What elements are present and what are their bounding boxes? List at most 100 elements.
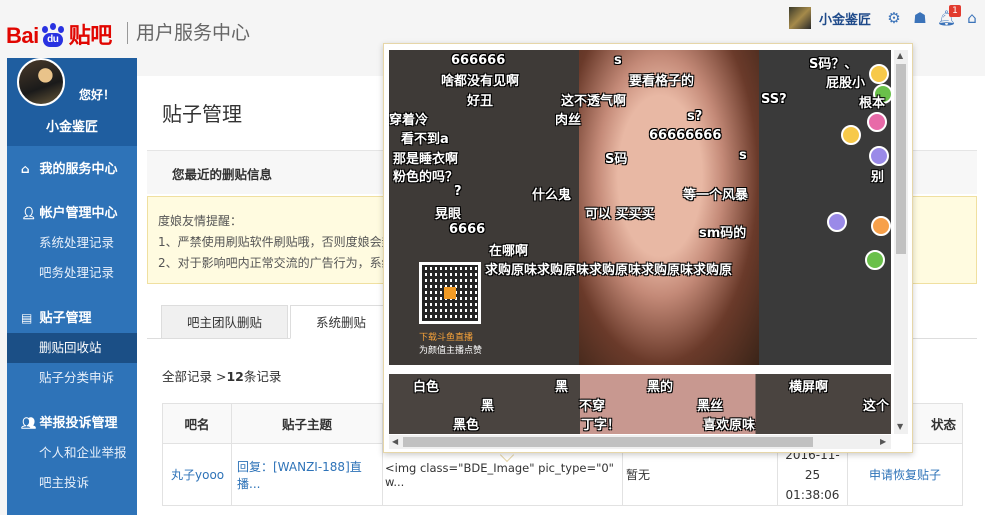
danmaku-text: 黑 [481, 399, 495, 414]
shop-icon[interactable]: ⌂ [963, 9, 981, 27]
danmaku-text: 好丑 [467, 94, 494, 109]
danmaku-text: 啥都没有见啊 [441, 74, 520, 89]
danmaku-text: S码 [605, 152, 628, 167]
tab-bar: 吧主团队删贴 系统删贴 [161, 305, 394, 339]
recent-title: 您最近的删贴信息 [172, 167, 273, 182]
baidu-tieba-logo[interactable]: Bai du 贴吧 [6, 18, 112, 50]
danmaku-text: 要看格子的 [629, 74, 695, 89]
danmaku-text: 别 [871, 170, 885, 185]
scroll-right-icon[interactable]: ▶ [880, 437, 886, 446]
danmaku-text: 可以 买买买 [585, 207, 655, 222]
site-title: 用户服务中心 [127, 22, 250, 44]
qr-caption: 下载斗鱼直播 [419, 333, 474, 343]
sidebar-item-post-appeal[interactable]: 贴子分类申诉 [7, 363, 137, 393]
danmaku-text: 喜欢原味 [703, 418, 756, 433]
sidebar-group-service-center[interactable]: ⌂ 我的服务中心 [7, 154, 137, 184]
emoji-icon [865, 250, 885, 270]
livestream-screenshot-2: 白色 黑 黑的 横屏啊 黑 黑丝 这个 黑色 不穿 丁字！ 喜欢原味 [389, 374, 891, 434]
logo-text: Bai [6, 23, 39, 48]
danmaku-text: 肉丝 [555, 113, 582, 128]
danmaku-text: 在哪啊 [489, 244, 529, 259]
top-username[interactable]: 小金鉴匠 [819, 9, 871, 28]
sidebar-item-system-records[interactable]: 系统处理记录 [7, 228, 137, 258]
profile-panel: 您好！ 小金鉴匠 [7, 58, 137, 146]
sidebar-item-bar-records[interactable]: 吧务处理记录 [7, 258, 137, 288]
danmaku-text: 这个 [863, 399, 890, 414]
avatar[interactable] [788, 7, 811, 29]
danmaku-text: 什么鬼 [532, 188, 572, 203]
gift-icon[interactable]: ☗ [911, 9, 929, 27]
danmaku-text: 晃眼 [435, 207, 462, 222]
danmaku-text: SS? [761, 92, 787, 107]
bar-name-link[interactable]: 丸子yooo [162, 443, 232, 506]
danmaku-text: S码？、 [809, 57, 858, 72]
danmaku-text: 6666 [449, 222, 486, 237]
emoji-icon [869, 64, 889, 84]
sidebar-username[interactable]: 小金鉴匠 [7, 116, 137, 135]
paw-icon: du [40, 23, 66, 47]
sidebar-group-account[interactable]: 👤︎ 帐户管理中心 [7, 198, 137, 228]
sidebar-item-recycle-bin[interactable]: 删贴回收站 [7, 333, 137, 363]
emoji-icon [841, 125, 861, 145]
danmaku-text: 66666666 [649, 128, 722, 143]
column-header: 贴子主题 [231, 403, 383, 444]
home-icon: ⌂ [21, 162, 30, 176]
scroll-down-icon[interactable]: ▼ [897, 422, 903, 431]
sidebar-group-posts[interactable]: ▤ 贴子管理 [7, 303, 137, 333]
qr-caption: 为颜值主播点赞 [419, 346, 483, 356]
danmaku-text: 666666 [451, 53, 506, 68]
page-title: 贴子管理 [162, 102, 242, 126]
scrollbar-thumb[interactable] [403, 437, 813, 447]
avatar[interactable] [17, 58, 65, 106]
danmaku-text: 粉色的吗？ [393, 170, 459, 185]
qr-code [419, 262, 481, 324]
danmaku-text: 黑 [555, 380, 569, 395]
document-icon: ▤ [21, 311, 33, 325]
logo-tieba-text: 贴吧 [68, 23, 113, 48]
records-summary: 全部记录 >12条记录 [162, 369, 282, 384]
sidebar-group-report[interactable]: 👥︎ 举报投诉管理 [7, 408, 137, 438]
danmaku-text: 不穿 [579, 399, 606, 414]
danmaku-text: sm码的 [699, 226, 747, 241]
tab-admin-deleted[interactable]: 吧主团队删贴 [161, 305, 289, 339]
danmaku-text: 那是睡衣啊 [393, 152, 459, 167]
topic-link[interactable]: 回复：[WANZI-188]直播... [231, 443, 383, 506]
livestream-screenshot: 下载斗鱼直播 为颜值主播点赞 666666 啥都没有见啊 好丑 这不透气啊 要看… [389, 50, 891, 365]
sidebar: 您好！ 小金鉴匠 ⌂ 我的服务中心 👤︎ 帐户管理中心 系统处理记录 吧务处理记… [7, 58, 137, 515]
column-header: 吧名 [162, 403, 232, 444]
danmaku-text: s? [687, 109, 703, 124]
vertical-scrollbar[interactable]: ▲ ▼ [894, 50, 908, 434]
users-icon: 👥︎ [21, 416, 37, 430]
danmaku-text: 丁字！ [581, 418, 621, 433]
emoji-icon [869, 146, 889, 166]
scroll-left-icon[interactable]: ◀ [392, 437, 398, 446]
danmaku-text: 白色 [413, 380, 440, 395]
danmaku-text: 黑色 [453, 418, 480, 433]
top-user-bar: 小金鉴匠 ⚙ ☗ 🔔︎ 1 ⌂ [788, 4, 985, 32]
danmaku-text: s [614, 53, 622, 68]
greeting: 您好！ [79, 88, 116, 102]
sidebar-item-admin-complaint[interactable]: 吧主投诉 [7, 468, 137, 498]
emoji-icon [827, 212, 847, 232]
tab-system-deleted[interactable]: 系统删贴 [290, 305, 393, 339]
horizontal-scrollbar[interactable]: ◀ ▶ [389, 435, 891, 449]
danmaku-text: 根本 [859, 96, 886, 111]
danmaku-text: 看不到a [401, 132, 449, 147]
danmaku-text: 黑丝 [697, 399, 724, 414]
emoji-icon [871, 216, 891, 236]
danmaku-text: 等一个风暴 [683, 188, 749, 203]
user-icon: 👤︎ [21, 206, 37, 220]
scroll-up-icon[interactable]: ▲ [897, 51, 903, 60]
bell-icon[interactable]: 🔔︎ 1 [937, 5, 961, 27]
scrollbar-thumb[interactable] [896, 64, 906, 254]
danmaku-text: 黑的 [647, 380, 674, 395]
emoji-icon [867, 112, 887, 132]
danmaku-text: ? [454, 184, 462, 199]
danmaku-text: 横屏啊 [789, 380, 829, 395]
gear-icon[interactable]: ⚙ [885, 9, 903, 27]
danmaku-text: s [739, 148, 747, 163]
sidebar-item-personal-report[interactable]: 个人和企业举报 [7, 438, 137, 468]
danmaku-text: 屁股小 [826, 76, 866, 91]
danmaku-text: 穿着冷 [389, 113, 429, 128]
notification-badge: 1 [949, 5, 961, 17]
